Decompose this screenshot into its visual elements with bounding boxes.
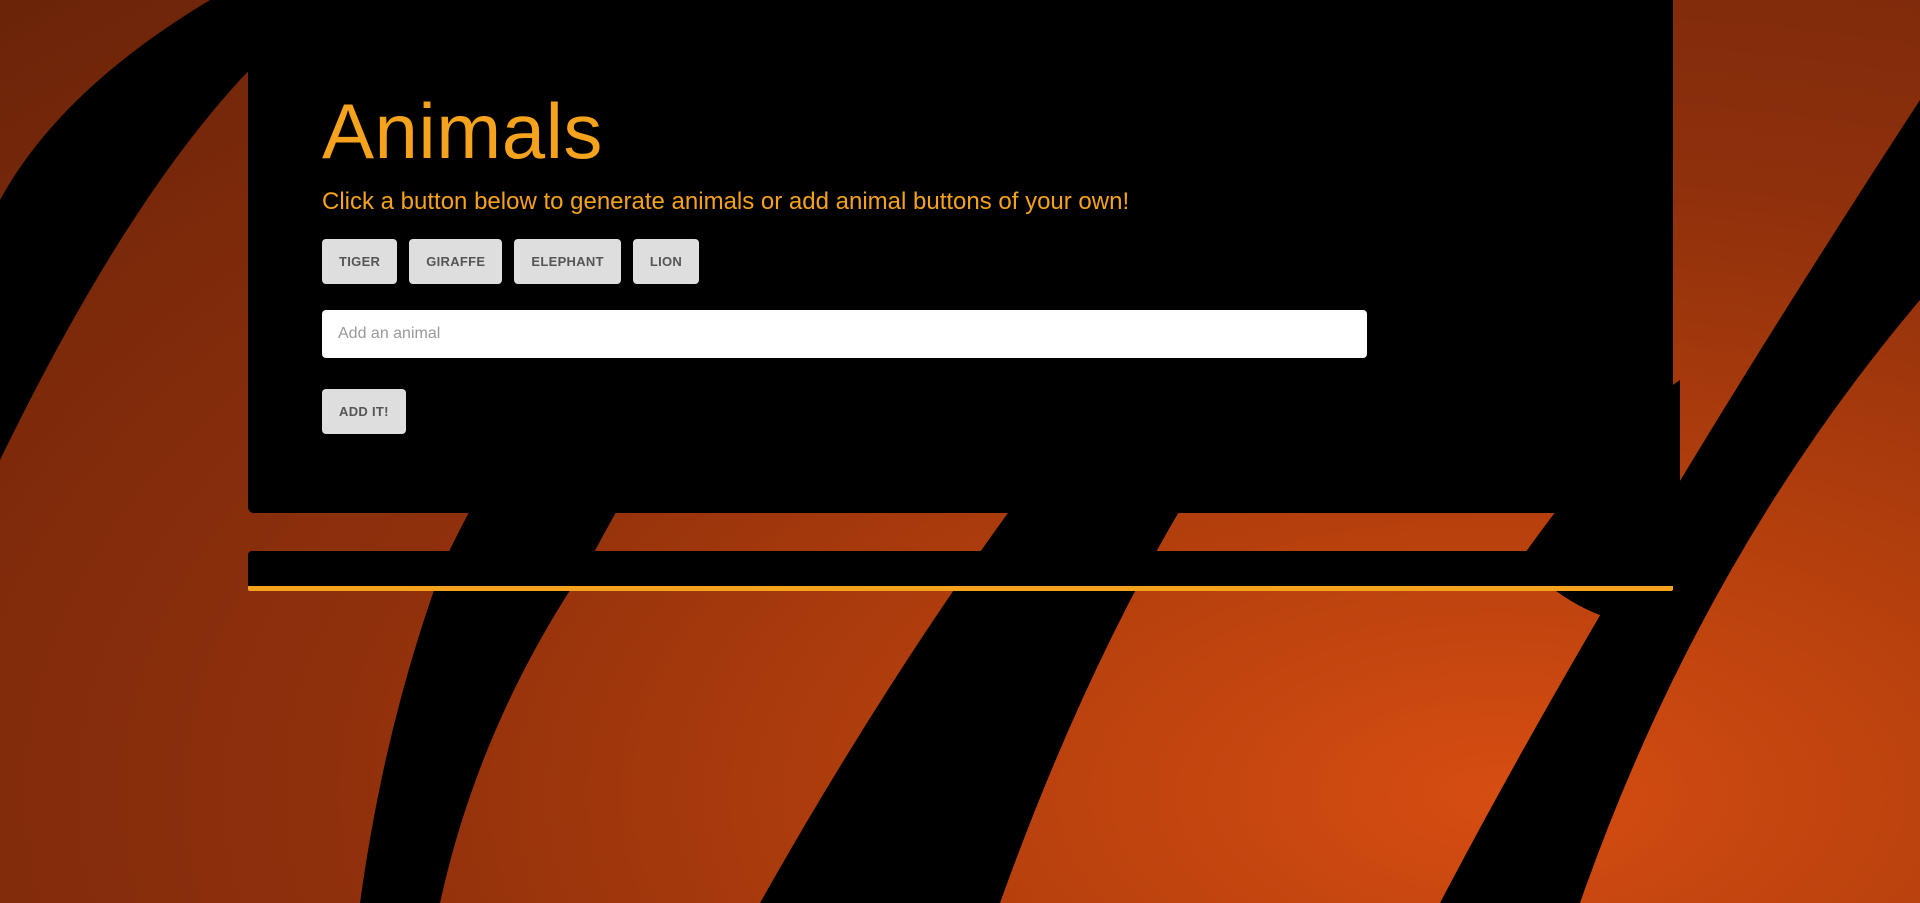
add-animal-input[interactable] — [322, 310, 1367, 358]
add-animal-button[interactable]: ADD IT! — [322, 389, 406, 434]
animal-button-tiger[interactable]: TIGER — [322, 239, 398, 284]
animal-button-elephant[interactable]: ELEPHANT — [514, 239, 621, 284]
animal-button-giraffe[interactable]: GIRAFFE — [409, 239, 503, 284]
animal-button-row: TIGER GIRAFFE ELEPHANT LION — [322, 239, 700, 284]
gif-results-panel — [248, 551, 1673, 591]
page-title: Animals — [322, 87, 603, 175]
animal-button-lion[interactable]: LION — [632, 239, 700, 284]
page-subtitle: Click a button below to generate animals… — [322, 188, 1130, 215]
header-panel: Animals Click a button below to generate… — [248, 0, 1673, 513]
